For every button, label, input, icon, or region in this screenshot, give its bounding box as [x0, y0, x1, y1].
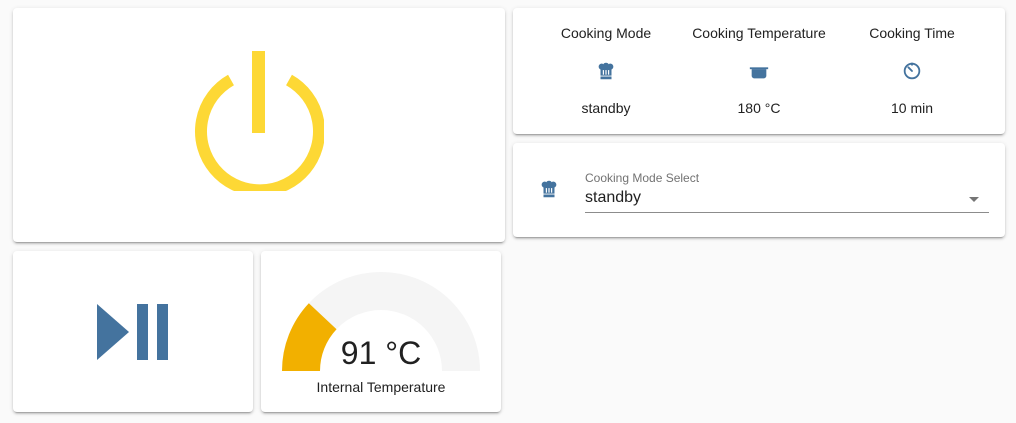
glance-item-name: Cooking Temperature [692, 25, 826, 41]
glance-item-state: standby [581, 100, 631, 116]
power-toggle-card[interactable] [13, 8, 505, 242]
gauge-name: Internal Temperature [316, 379, 446, 395]
play-pause-card[interactable] [13, 251, 253, 412]
glance-item-name: Cooking Time [869, 25, 955, 41]
glance-item-state: 180 °C [737, 100, 781, 116]
dropdown-arrow-icon [969, 197, 979, 202]
chef-hat-icon [541, 180, 557, 198]
glance-card: Cooking Mode standby Cooking Temperature… [513, 8, 1005, 134]
pot-icon [749, 67, 769, 79]
power-icon [195, 51, 324, 191]
gauge-card: 91 °C Internal Temperature [261, 251, 501, 412]
gauge-value: 91 °C [340, 335, 422, 371]
cooking-mode-select[interactable]: standby [585, 187, 989, 213]
glance-item-state: 10 min [890, 100, 934, 116]
play-pause-icon [97, 304, 168, 360]
timer-icon [903, 62, 921, 80]
glance-item-cooking-mode[interactable]: Cooking Mode standby [526, 8, 686, 134]
glance-item-name: Cooking Mode [560, 25, 652, 41]
cooking-mode-select-card: Cooking Mode Select standby [513, 143, 1005, 237]
chef-hat-icon [598, 62, 614, 80]
select-label: Cooking Mode Select [585, 171, 700, 185]
glance-item-cooking-temperature[interactable]: Cooking Temperature 180 °C [679, 8, 839, 134]
select-value: standby [585, 189, 642, 206]
glance-item-cooking-time[interactable]: Cooking Time 10 min [832, 8, 992, 134]
